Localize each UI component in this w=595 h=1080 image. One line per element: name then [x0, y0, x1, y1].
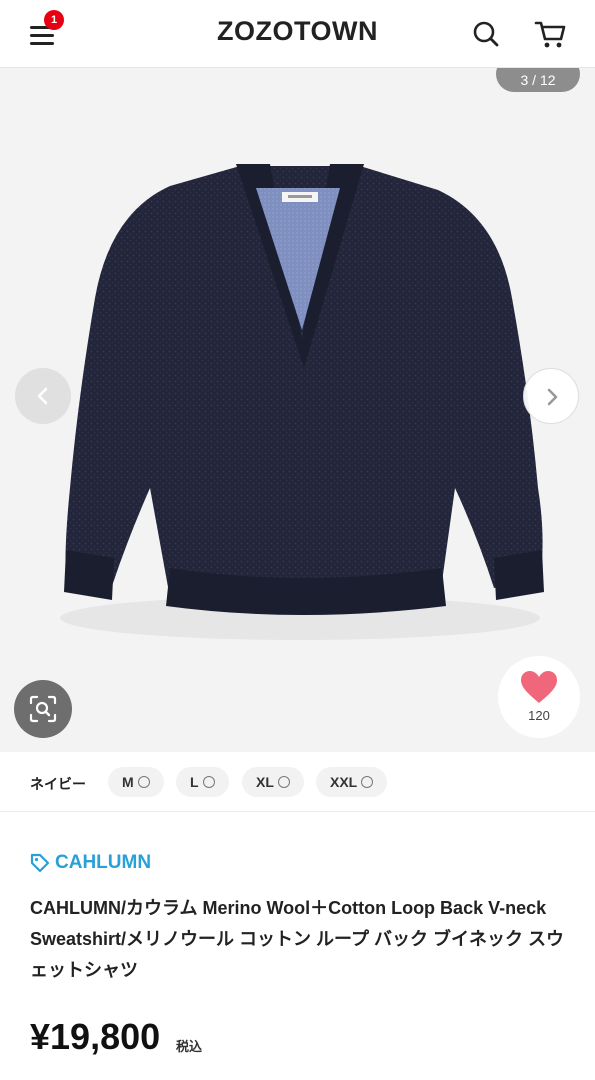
size-chip-l[interactable]: L — [176, 767, 229, 797]
size-chip-xxl[interactable]: XXL — [316, 767, 388, 797]
in-stock-icon — [277, 776, 290, 788]
cart-button[interactable] — [530, 14, 570, 54]
size-chip-xl[interactable]: XL — [242, 767, 304, 797]
search-button[interactable] — [466, 14, 506, 54]
top-header: 1 ZOZOTOWN — [0, 0, 595, 68]
search-icon — [473, 21, 499, 47]
image-search-icon — [29, 695, 57, 723]
image-search-button[interactable] — [14, 680, 72, 738]
previous-image-button[interactable] — [15, 368, 71, 424]
product-image — [0, 68, 595, 752]
chevron-left-icon — [37, 387, 48, 405]
tag-icon — [30, 853, 50, 873]
product-price: ¥19,800 — [30, 1016, 161, 1057]
next-image-button[interactable] — [523, 368, 579, 424]
chevron-right-icon — [547, 388, 558, 406]
favorite-button[interactable]: 120 — [498, 656, 580, 738]
favorite-count: 120 — [528, 708, 550, 723]
image-counter: 3 / 12 — [496, 68, 580, 92]
size-selector: ネイビー M L XL XXL — [0, 752, 595, 812]
size-chip-m[interactable]: M — [108, 767, 164, 797]
product-title: CAHLUMN/カウラム Merino Wool＋Cotton Loop Bac… — [30, 898, 564, 980]
in-stock-icon — [137, 776, 150, 788]
color-label: ネイビー — [30, 776, 86, 792]
size-label: M — [122, 774, 134, 790]
size-label: XXL — [330, 774, 358, 790]
tax-label: 税込 — [176, 1039, 203, 1054]
size-label: XL — [256, 774, 274, 790]
size-label: L — [190, 774, 199, 790]
brand-name: CAHLUMN — [55, 852, 152, 873]
heart-icon — [521, 671, 557, 703]
in-stock-icon — [361, 776, 374, 788]
product-image-gallery[interactable]: 3 / 12 120 — [0, 68, 595, 752]
cart-icon — [534, 21, 566, 48]
in-stock-icon — [202, 776, 215, 788]
